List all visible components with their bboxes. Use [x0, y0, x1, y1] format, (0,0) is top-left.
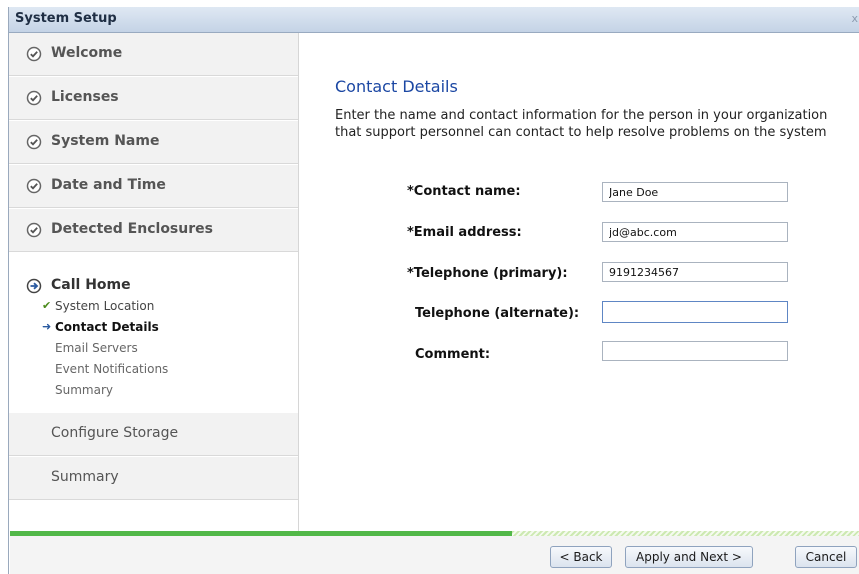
step-label: Welcome	[51, 45, 123, 61]
comment-label: Comment:	[415, 347, 491, 362]
dialog-footer: < Back Apply and Next > Cancel	[10, 536, 859, 574]
step-label: Detected Enclosures	[51, 221, 213, 237]
step-label: Date and Time	[51, 177, 166, 193]
dialog-title: System Setup	[15, 11, 117, 26]
step-label: Configure Storage	[51, 425, 179, 441]
substep-summary: Summary	[55, 383, 113, 397]
step-label: System Name	[51, 133, 160, 149]
step-detected-enclosures[interactable]: Detected Enclosures	[9, 209, 298, 252]
telephone-alternate-label: Telephone (alternate):	[415, 306, 580, 321]
wizard-sidebar: Welcome Licenses System Name Date and Ti…	[9, 33, 299, 531]
email-field[interactable]	[602, 222, 788, 242]
back-button[interactable]: < Back	[550, 546, 612, 568]
substep-system-location[interactable]: ✔ System Location	[42, 299, 154, 313]
check-circle-icon	[26, 134, 42, 150]
substep-contact-details[interactable]: ➜ Contact Details	[42, 320, 159, 334]
step-label: Licenses	[51, 89, 119, 105]
telephone-alternate-field[interactable]	[602, 301, 788, 323]
telephone-primary-label: *Telephone (primary):	[407, 266, 568, 281]
step-welcome[interactable]: Welcome	[9, 33, 298, 76]
cancel-button[interactable]: Cancel	[795, 546, 857, 568]
telephone-primary-field[interactable]	[602, 262, 788, 282]
comment-field[interactable]	[602, 341, 788, 361]
apply-and-next-button[interactable]: Apply and Next >	[625, 546, 753, 568]
arrow-circle-icon	[26, 278, 42, 294]
step-label: Summary	[51, 469, 119, 485]
check-circle-icon	[26, 90, 42, 106]
step-label: Call Home	[51, 277, 131, 293]
title-bar: System Setup x	[9, 7, 859, 33]
intro-text: Enter the name and contact information f…	[335, 108, 828, 140]
step-call-home[interactable]: Call Home ✔ System Location ➜ Contact Deta…	[9, 263, 298, 431]
email-address-label: *Email address:	[407, 225, 522, 240]
content-panel: Contact Details Enter the name and conta…	[299, 33, 859, 523]
contact-name-label: *Contact name:	[407, 184, 521, 199]
substep-email-servers: Email Servers	[55, 341, 138, 355]
contact-name-field[interactable]	[602, 182, 788, 202]
check-circle-icon	[26, 46, 42, 62]
step-summary: Summary	[9, 457, 298, 500]
checkmark-icon: ✔	[42, 299, 52, 312]
step-system-name[interactable]: System Name	[9, 121, 298, 164]
check-circle-icon	[26, 222, 42, 238]
step-licenses[interactable]: Licenses	[9, 77, 298, 120]
arrow-right-icon: ➜	[42, 320, 52, 333]
page-title: Contact Details	[335, 77, 458, 96]
check-circle-icon	[26, 178, 42, 194]
step-date-and-time[interactable]: Date and Time	[9, 165, 298, 208]
step-configure-storage: Configure Storage	[9, 413, 298, 456]
system-setup-dialog: System Setup x Welcome Licenses System N…	[8, 7, 859, 574]
close-icon[interactable]: x	[851, 12, 858, 25]
substep-event-notifications: Event Notifications	[55, 362, 169, 376]
